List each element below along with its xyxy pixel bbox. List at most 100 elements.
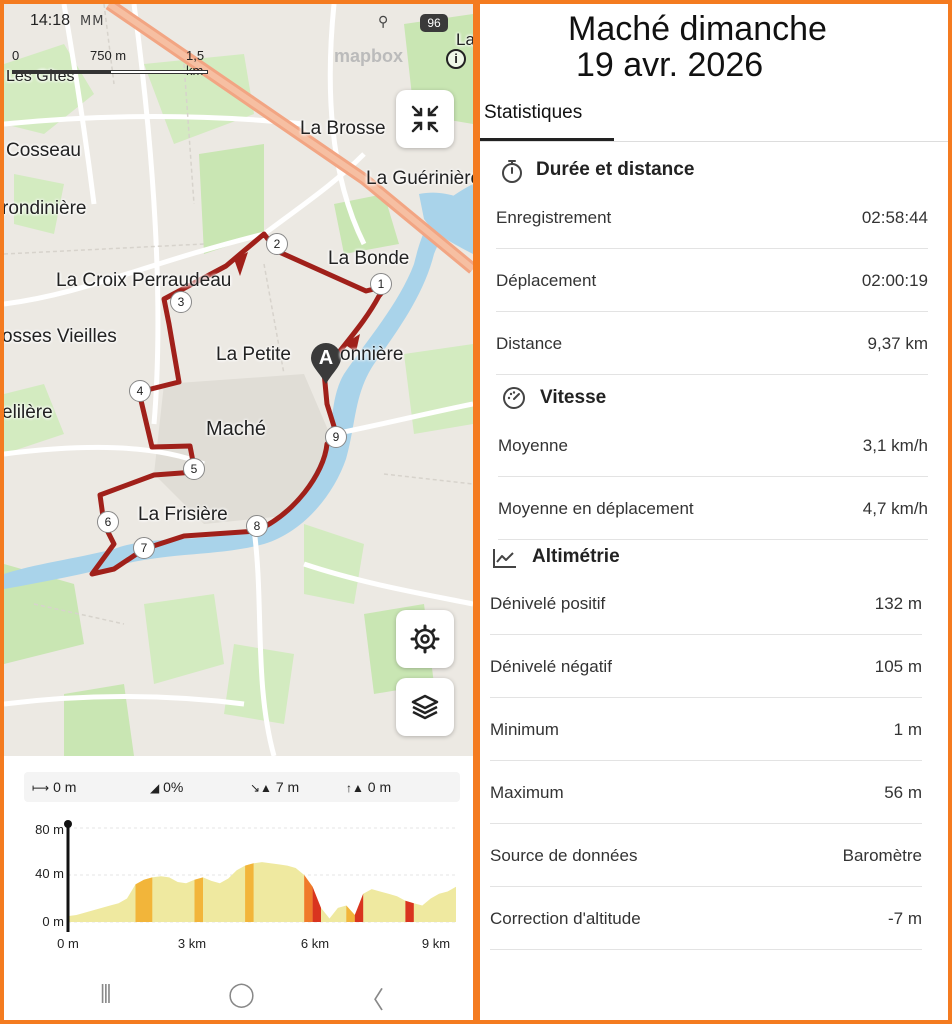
elevation-chart[interactable]: 80 m 40 m 0 m 0 m 3 km 6 km 9 km (4, 814, 473, 964)
slope-value: 0% (163, 779, 184, 795)
scale-label: 750 m (90, 48, 127, 63)
stat-row: Maximum 56 m (490, 761, 922, 824)
waypoint-marker[interactable]: 8 (246, 515, 268, 537)
distance-value: 0 m (53, 779, 77, 795)
waypoint-marker[interactable]: 3 (170, 291, 192, 313)
speedometer-icon (503, 387, 525, 409)
ascent-value: 0 m (367, 779, 392, 795)
waypoint-marker[interactable]: 1 (370, 273, 392, 295)
stat-value: 02:58:44 (861, 208, 928, 227)
distance-stat: ⟼ 0 m (32, 779, 76, 795)
line-chart-icon (493, 549, 516, 568)
stat-label: Distance (496, 334, 563, 353)
place-label: La Guérinière (366, 168, 473, 189)
stat-row: Dénivelé négatif 105 m (490, 635, 922, 698)
slope-band (135, 877, 153, 922)
stat-value: 3,1 km/h (862, 436, 928, 455)
tab-divider (480, 141, 948, 142)
stat-label: Source de données (490, 846, 638, 865)
recents-button[interactable]: ||| (100, 982, 112, 1005)
x-tick-label: 9 km (422, 936, 450, 951)
place-label: Maché (206, 418, 267, 440)
status-bar: 14:18 ⅯⅯ ⚲ 96 (4, 12, 473, 36)
place-label: Cosseau (6, 140, 81, 161)
elevation-profile (68, 862, 456, 922)
place-label: elilère (4, 402, 53, 423)
scale-bar (12, 70, 208, 74)
place-label: onnière (340, 344, 404, 365)
android-nav-bar: ||| ◯ 〈 (4, 976, 473, 1016)
stat-value: 02:00:19 (861, 271, 928, 290)
slope-band (312, 886, 321, 922)
stat-value: 4,7 km/h (862, 499, 928, 518)
attribution-info-icon[interactable]: i (446, 49, 466, 69)
stat-label: Dénivelé positif (490, 594, 606, 613)
stat-value: 132 m (874, 594, 922, 613)
map-layers-button[interactable] (396, 678, 454, 736)
stat-row: Dénivelé positif 132 m (490, 572, 922, 635)
activity-title: Maché dimanche (568, 10, 827, 48)
section-title-duration: Durée et distance (536, 159, 695, 180)
stat-row: Enregistrement 02:58:44 (496, 186, 928, 249)
slope-band (304, 875, 313, 922)
scale-label: 0 (12, 48, 20, 63)
home-button[interactable]: ◯ (228, 980, 255, 1009)
stat-row: Correction d'altitude -7 m (490, 887, 922, 950)
y-tick-label: 40 m (35, 866, 64, 881)
place-label: La Bonde (328, 248, 410, 269)
ascent-icon: ↑▲ (346, 781, 364, 795)
stat-row: Moyenne en déplacement 4,7 km/h (498, 477, 928, 540)
waypoint-marker[interactable]: 6 (97, 511, 119, 533)
waypoint-marker[interactable]: 2 (266, 233, 288, 255)
elevation-cursor-handle[interactable] (64, 820, 72, 828)
stat-value: 9,37 km (867, 334, 928, 353)
map-view[interactable]: 123456789 A Les Gîtes La Brosse Cosseau … (4, 4, 473, 756)
slope-band (194, 877, 203, 922)
stat-row: Distance 9,37 km (496, 312, 928, 375)
stat-value: 105 m (874, 657, 922, 676)
map-screen: 123456789 A Les Gîtes La Brosse Cosseau … (4, 4, 473, 1020)
stat-row: Minimum 1 m (490, 698, 922, 761)
stat-label: Maximum (490, 783, 564, 802)
distance-icon: ⟼ (32, 781, 50, 795)
start-marker[interactable]: A (309, 342, 343, 384)
stat-value: 1 m (893, 720, 922, 739)
section-title-speed: Vitesse (540, 387, 607, 408)
slope-stat: ◢ 0% (150, 779, 183, 795)
waypoint-marker[interactable]: 5 (183, 458, 205, 480)
y-tick-label: 80 m (35, 822, 64, 837)
map-settings-button[interactable] (396, 610, 454, 668)
wifi-icon: ⚲ (378, 13, 389, 29)
descent-value: 7 m (275, 779, 300, 795)
notification-icons: ⅯⅯ (80, 13, 105, 28)
slope-band (346, 905, 355, 922)
stat-label: Enregistrement (496, 208, 612, 227)
place-label: osses Vieilles (4, 326, 117, 347)
place-label: La Petite (216, 344, 291, 365)
stat-label: Dénivelé négatif (490, 657, 612, 676)
stat-value: 56 m (884, 783, 922, 802)
waypoint-marker[interactable]: 9 (325, 426, 347, 448)
back-button[interactable]: 〈 (360, 980, 384, 1015)
waypoint-marker[interactable]: 7 (133, 537, 155, 559)
collapse-icon (411, 105, 439, 133)
stopwatch-icon (502, 160, 522, 183)
elevation-panel: ⟼ 0 m ◢ 0% ↘▲ 7 m ↑▲ 0 m 80 m 40 m 0 m 0… (4, 756, 473, 1020)
stat-row: Moyenne 3,1 km/h (498, 414, 928, 477)
place-label: La Croix Perraudeau (56, 270, 232, 291)
map-scale: 0 750 m 1,5 km (8, 48, 218, 78)
waypoint-marker[interactable]: 4 (129, 380, 151, 402)
stat-row: Déplacement 02:00:19 (496, 249, 928, 312)
tab-statistiques[interactable]: Statistiques (484, 102, 582, 124)
collapse-map-button[interactable] (396, 90, 454, 148)
gear-icon (410, 624, 440, 654)
x-tick-label: 0 m (57, 936, 79, 951)
screenshot-frame: 123456789 A Les Gîtes La Brosse Cosseau … (0, 0, 952, 1024)
stat-row: Source de données Baromètre (490, 824, 922, 887)
elevation-stats: ⟼ 0 m ◢ 0% ↘▲ 7 m ↑▲ 0 m (24, 772, 460, 802)
start-marker-label: A (318, 347, 334, 369)
place-label: La Brosse (300, 118, 386, 139)
descent-icon: ↘▲ (250, 781, 272, 795)
stat-label: Correction d'altitude (490, 909, 641, 928)
stat-label: Moyenne (498, 436, 568, 455)
